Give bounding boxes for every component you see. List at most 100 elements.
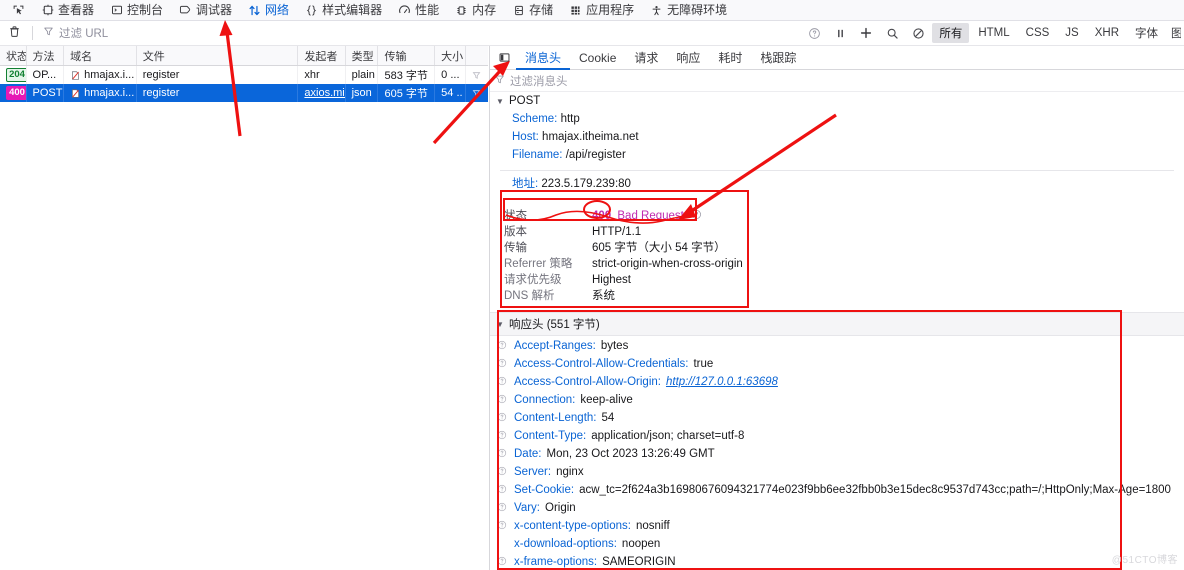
header-value: nosniff xyxy=(635,520,670,532)
tool-label: 内存 xyxy=(472,2,497,17)
network-toolbar: 过滤 URL 所有 HTML CSS JS XHR 字体 图 xyxy=(0,21,1184,46)
response-headers-label: 响应头 (551 字节) xyxy=(509,319,600,331)
header-name: x-frame-options: xyxy=(514,556,598,568)
element-picker-icon xyxy=(12,4,25,17)
tool-style-editor[interactable]: 样式编辑器 xyxy=(297,0,390,21)
help-icon[interactable] xyxy=(490,554,514,566)
filter-tab-css[interactable]: CSS xyxy=(1019,25,1057,41)
column-header-transfer[interactable]: 传输 xyxy=(378,46,436,65)
tool-memory[interactable]: 内存 xyxy=(447,0,504,21)
help-icon[interactable] xyxy=(490,338,514,350)
header-row: x-frame-options: SAMEORIGIN xyxy=(490,553,1184,570)
search-icon[interactable] xyxy=(879,21,905,45)
detail-tab-bar: 消息头 Cookie 请求 响应 耗时 栈跟踪 xyxy=(490,46,1184,70)
chevron-down-icon: ▼ xyxy=(496,96,504,106)
filter-tab-font[interactable]: 字体 xyxy=(1128,23,1165,43)
tab-request[interactable]: 请求 xyxy=(625,46,667,70)
tool-storage[interactable]: 存储 xyxy=(504,0,561,21)
help-icon[interactable] xyxy=(801,21,827,45)
column-header-domain[interactable]: 域名 xyxy=(64,46,137,65)
header-value: SAMEORIGIN xyxy=(602,556,676,568)
request-list-header: 状态 方法 域名 文件 发起者 类型 传输 大小 xyxy=(0,46,488,66)
header-value: acw_tc=2f624a3b16980676094321774e023f9bb… xyxy=(579,484,1171,496)
help-icon[interactable] xyxy=(691,209,702,222)
help-icon[interactable] xyxy=(490,518,514,530)
tab-stacktrace[interactable]: 栈跟踪 xyxy=(751,46,805,70)
help-icon[interactable] xyxy=(490,428,514,440)
column-header-status[interactable]: 状态 xyxy=(0,46,27,65)
request-list-pane: 状态 方法 域名 文件 发起者 类型 传输 大小 204 OP... hmaja… xyxy=(0,46,488,570)
storage-icon xyxy=(512,4,525,17)
field-key: Host: xyxy=(512,130,539,143)
tool-inspector[interactable]: 查看器 xyxy=(33,0,102,21)
table-row[interactable]: 204 OP... hmajax.i... register xhr plain… xyxy=(0,66,488,84)
tool-label: 存储 xyxy=(529,2,554,17)
tool-network[interactable]: 网络 xyxy=(240,0,297,21)
devtools-window: 查看器 控制台 调试器 网络 样式编辑器 性能 内存 存储 应用程序 无障碍环境… xyxy=(0,0,1184,570)
element-picker-button[interactable] xyxy=(4,0,33,21)
cell-initiator: xhr xyxy=(298,66,346,84)
header-value: 54 xyxy=(601,412,615,424)
header-name: Server: xyxy=(514,466,552,478)
toggle-sidebar-icon[interactable] xyxy=(492,46,516,70)
field-scheme: Scheme: http xyxy=(490,110,1184,128)
header-value: Origin xyxy=(545,502,576,514)
tool-label: 控制台 xyxy=(127,2,164,17)
tab-timings[interactable]: 耗时 xyxy=(709,46,751,70)
cell-transfer: 583 字节 xyxy=(378,66,436,84)
request-section-title[interactable]: ▼ POST xyxy=(490,92,1184,110)
field-filename: Filename: /api/register xyxy=(490,146,1184,164)
header-value: noopen xyxy=(621,538,661,550)
filter-tab-image[interactable]: 图 xyxy=(1167,23,1181,43)
help-icon[interactable] xyxy=(490,464,514,476)
help-icon[interactable] xyxy=(490,482,514,494)
tool-debugger[interactable]: 调试器 xyxy=(171,0,240,21)
header-name: Accept-Ranges: xyxy=(514,340,596,352)
funnel-icon xyxy=(494,74,505,88)
header-value-link[interactable]: http://127.0.0.1:63698 xyxy=(666,374,778,390)
tool-label: 无障碍环境 xyxy=(667,2,728,17)
filter-url-input[interactable]: 过滤 URL xyxy=(37,25,801,41)
column-header-initiator[interactable]: 发起者 xyxy=(298,46,346,65)
cell-initiator-link[interactable]: axios.min.j... xyxy=(304,87,344,99)
response-summary: 状态 400 Bad Request 版本 HTTP/1.1 传输 605 字节… xyxy=(490,208,1184,304)
pause-icon[interactable] xyxy=(827,21,853,45)
cell-initiator[interactable]: axios.min.j... xyxy=(298,84,346,102)
field-host: Host: hmajax.itheima.net xyxy=(490,128,1184,146)
tool-accessibility[interactable]: 无障碍环境 xyxy=(642,0,735,21)
summary-value: Highest xyxy=(592,274,631,286)
filter-tab-xhr[interactable]: XHR xyxy=(1088,25,1126,41)
response-headers-title[interactable]: ▼ 响应头 (551 字节) xyxy=(490,312,1184,336)
tab-cookie[interactable]: Cookie xyxy=(570,46,625,70)
filter-tab-js[interactable]: JS xyxy=(1058,25,1085,41)
column-header-file[interactable]: 文件 xyxy=(137,46,299,65)
help-icon[interactable] xyxy=(490,500,514,512)
tool-label: 调试器 xyxy=(196,2,233,17)
help-icon[interactable] xyxy=(490,446,514,458)
filter-tab-all[interactable]: 所有 xyxy=(932,23,970,43)
column-header-size[interactable]: 大小 xyxy=(435,46,467,65)
column-header-type[interactable]: 类型 xyxy=(346,46,379,65)
help-icon[interactable] xyxy=(490,374,514,386)
clear-requests-button[interactable] xyxy=(0,21,28,45)
help-icon[interactable] xyxy=(490,392,514,404)
tool-performance[interactable]: 性能 xyxy=(390,0,447,21)
tab-response[interactable]: 响应 xyxy=(667,46,709,70)
plus-icon[interactable] xyxy=(853,21,879,45)
summary-row-priority: 请求优先级 Highest xyxy=(504,272,1184,288)
filter-tab-html[interactable]: HTML xyxy=(971,25,1016,41)
header-row: Content-Type: application/json; charset=… xyxy=(490,427,1184,445)
help-icon[interactable] xyxy=(490,356,514,368)
tab-headers[interactable]: 消息头 xyxy=(516,46,570,70)
column-header-method[interactable]: 方法 xyxy=(27,46,65,65)
header-row: Date: Mon, 23 Oct 2023 13:26:49 GMT xyxy=(490,445,1184,463)
table-row[interactable]: 400 POST hmajax.i... register axios.min.… xyxy=(0,84,488,102)
column-header-more[interactable] xyxy=(466,46,488,65)
tool-application[interactable]: 应用程序 xyxy=(561,0,642,21)
tool-label: 查看器 xyxy=(58,2,95,17)
tool-console[interactable]: 控制台 xyxy=(102,0,171,21)
help-icon[interactable] xyxy=(490,410,514,422)
help-icon-placeholder xyxy=(490,536,514,538)
block-icon[interactable] xyxy=(905,21,931,45)
header-filter-input[interactable]: 过滤消息头 xyxy=(490,70,1184,92)
